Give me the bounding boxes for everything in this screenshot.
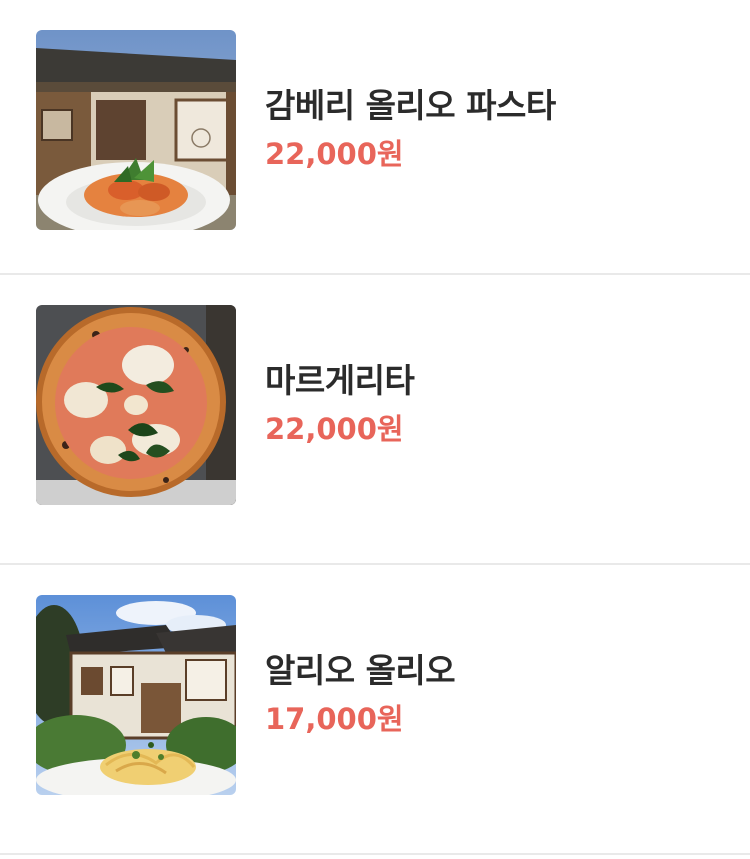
menu-item-price: 17,000원	[265, 702, 404, 736]
menu-item-name: 마르게리타	[265, 361, 415, 400]
menu-item-name: 알리오 올리오	[265, 651, 456, 690]
menu-item-image[interactable]	[36, 30, 236, 230]
menu-item-image[interactable]	[36, 595, 236, 795]
menu-item-margherita[interactable]: 마르게리타 22,000원	[0, 275, 750, 565]
menu-item-gamberi-olio[interactable]: 감베리 올리오 파스타 22,000원	[0, 0, 750, 275]
menu-list: 감베리 올리오 파스타 22,000원 마르게리타 22,000원 알리오 올리…	[0, 0, 750, 855]
aglio-olio-photo	[36, 595, 236, 795]
menu-item-price: 22,000원	[265, 137, 404, 171]
menu-item-info: 마르게리타 22,000원	[265, 359, 415, 449]
menu-item-price: 22,000원	[265, 412, 404, 446]
margherita-pizza-photo	[36, 305, 236, 505]
menu-item-image[interactable]	[36, 305, 236, 505]
shrimp-pasta-photo	[36, 30, 236, 230]
menu-item-info: 알리오 올리오 17,000원	[265, 649, 456, 739]
menu-item-name: 감베리 올리오 파스타	[265, 86, 556, 125]
menu-item-info: 감베리 올리오 파스타 22,000원	[265, 84, 556, 174]
menu-item-aglio-olio[interactable]: 알리오 올리오 17,000원	[0, 565, 750, 855]
